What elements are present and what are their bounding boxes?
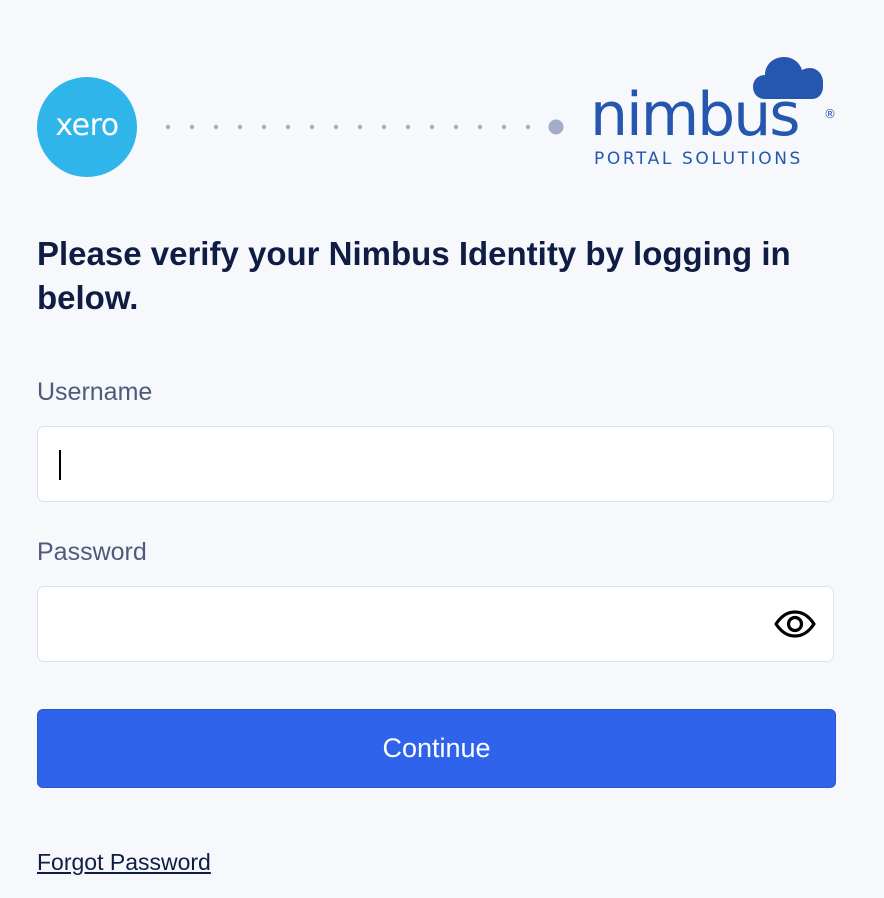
nimbus-wordmark: nimbus — [590, 80, 801, 150]
xero-logo: xero — [37, 77, 137, 177]
nimbus-tagline: PORTAL SOLUTIONS — [594, 149, 803, 169]
login-page: xero nimbus ® PORTAL SOLUTIONS Please ve… — [0, 0, 884, 898]
continue-button[interactable]: Continue — [37, 709, 836, 788]
registered-mark: ® — [824, 107, 836, 121]
password-field-container — [37, 586, 834, 662]
eye-icon[interactable] — [774, 610, 816, 638]
xero-logo-text: xero — [55, 108, 119, 143]
connection-dots — [165, 119, 564, 135]
username-field-container — [37, 426, 834, 502]
page-title: Please verify your Nimbus Identity by lo… — [37, 235, 791, 316]
nimbus-logo: nimbus ® PORTAL SOLUTIONS — [590, 55, 840, 175]
password-input[interactable] — [58, 587, 778, 661]
username-label: Username — [37, 378, 153, 406]
text-cursor — [59, 450, 61, 480]
forgot-password-link[interactable]: Forgot Password — [37, 849, 211, 876]
password-label: Password — [37, 538, 147, 566]
username-input[interactable] — [58, 427, 778, 501]
